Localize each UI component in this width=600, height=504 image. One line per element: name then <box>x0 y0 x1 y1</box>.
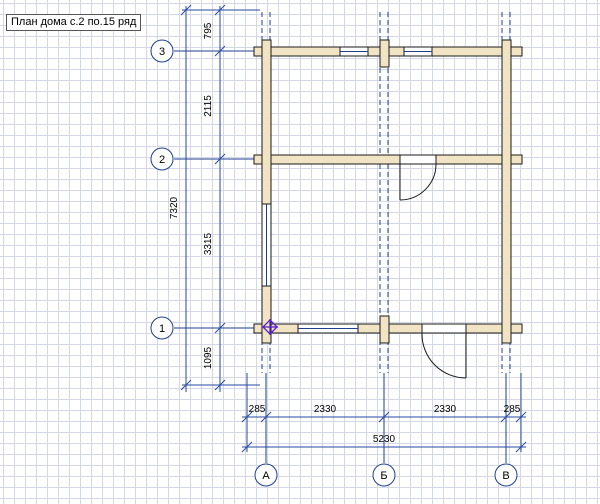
column-axis-extensions <box>265 373 507 463</box>
floor-plan-drawing: 795 2115 3315 1095 7320 285 2330 2330 28… <box>150 4 527 487</box>
dim-label-3315: 3315 <box>203 232 214 255</box>
axis-bubble-3: 3 <box>150 39 174 63</box>
vertical-dimensions <box>180 4 260 392</box>
dim-label-2330-left: 2330 <box>314 404 337 415</box>
row-axis-lines <box>174 50 522 329</box>
windows <box>261 46 433 334</box>
dim-label-2330-right: 2330 <box>434 404 457 415</box>
dim-label-285-left: 285 <box>249 404 266 415</box>
wall-center-lower <box>379 315 390 344</box>
window-left-wall <box>261 203 272 287</box>
row-axis-bubbles: 3 2 1 <box>150 39 174 340</box>
axis-bubble-a: А <box>254 463 278 487</box>
dim-label-7320: 7320 <box>169 196 180 219</box>
door-entrance <box>421 323 467 379</box>
window-bottom-left <box>297 323 359 334</box>
axis-label-1: 1 <box>159 323 165 335</box>
window-top-right <box>403 46 433 57</box>
dim-label-2115: 2115 <box>203 95 214 117</box>
dim-label-285-right: 285 <box>504 404 521 415</box>
vertical-dimension-labels: 795 2115 3315 1095 7320 <box>169 22 214 369</box>
dim-label-1095: 1095 <box>203 346 214 369</box>
axis-bubble-1: 1 <box>150 316 174 340</box>
axis-label-3: 3 <box>159 46 165 58</box>
wall-middle <box>253 154 523 165</box>
doors <box>399 154 467 379</box>
axis-bubble-2: 2 <box>150 147 174 171</box>
axis-label-v: В <box>502 470 509 482</box>
dim-label-5230: 5230 <box>373 434 396 445</box>
axis-bubble-b: Б <box>372 463 396 487</box>
axis-label-2: 2 <box>159 154 165 166</box>
axis-label-b: Б <box>380 470 387 482</box>
wall-right <box>501 39 512 344</box>
dim-label-795: 795 <box>203 22 214 39</box>
axis-label-a: А <box>262 470 270 482</box>
axis-bubble-v: В <box>494 463 518 487</box>
wall-left <box>261 39 272 344</box>
door-interior <box>399 154 437 201</box>
column-axis-bubbles: А Б В <box>254 463 518 487</box>
horizontal-dimension-labels: 285 2330 2330 285 5230 <box>249 404 521 445</box>
window-top-left <box>339 46 369 57</box>
wall-center-upper <box>379 39 390 68</box>
